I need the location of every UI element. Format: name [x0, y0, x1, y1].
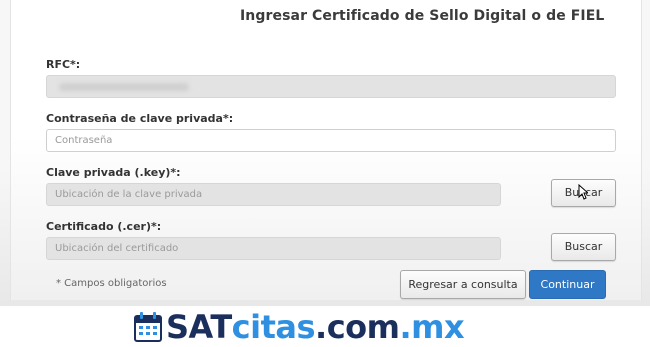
password-input[interactable]: Contraseña [46, 129, 616, 152]
brand-part-com: .com [315, 308, 400, 346]
brand-part-mx: .mx [399, 308, 465, 346]
private-key-placeholder: Ubicación de la clave privada [55, 189, 203, 200]
mouse-pointer-icon [578, 184, 588, 200]
rfc-redacted-value [59, 83, 189, 91]
brand-part-citas: citas [231, 308, 316, 346]
brand-logo: SAT citas .com .mx [134, 308, 465, 346]
password-label: Contraseña de clave privada*: [46, 112, 234, 125]
back-to-query-button[interactable]: Regresar a consulta [400, 270, 526, 299]
form-title: Ingresar Certificado de Sello Digital o … [240, 8, 605, 24]
continue-button[interactable]: Continuar [529, 270, 606, 299]
certificate-label: Certificado (.cer)*: [46, 220, 162, 233]
required-fields-note: * Campos obligatorios [56, 278, 167, 289]
browse-certificate-button[interactable]: Buscar [551, 233, 616, 261]
private-key-path-field[interactable]: Ubicación de la clave privada [46, 183, 501, 206]
watermark-banner: SAT citas .com .mx [0, 306, 650, 347]
certificate-path-field[interactable]: Ubicación del certificado [46, 237, 501, 260]
password-placeholder: Contraseña [55, 135, 113, 146]
certificate-placeholder: Ubicación del certificado [55, 243, 179, 254]
rfc-field [46, 75, 616, 98]
private-key-label: Clave privada (.key)*: [46, 166, 181, 179]
calendar-icon [134, 312, 162, 342]
screenshot-area: Ingresar Certificado de Sello Digital o … [0, 0, 650, 306]
rfc-label: RFC*: [46, 58, 81, 71]
brand-part-sat: SAT [166, 308, 232, 346]
